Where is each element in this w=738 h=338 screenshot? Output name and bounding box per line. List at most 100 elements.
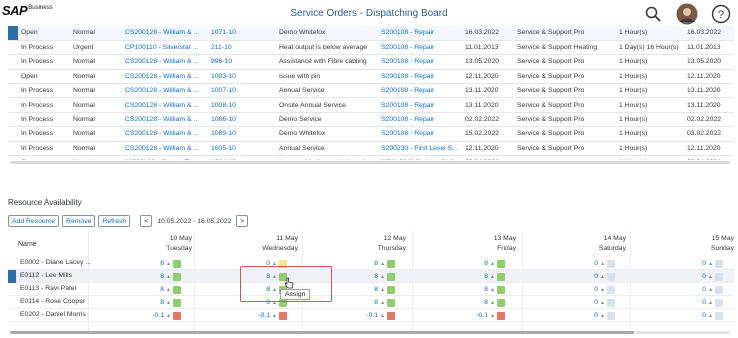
availability-cell[interactable]: 8 ▴ [150, 271, 182, 282]
cell-service-type[interactable]: S200108 - Repair [378, 40, 462, 56]
hours-value[interactable]: 0 [584, 273, 598, 280]
hours-value[interactable]: 8 [474, 286, 488, 293]
orders-horizontal-scrollbar[interactable] [10, 161, 730, 164]
row-selector[interactable] [8, 40, 18, 56]
hours-value[interactable]: -0.1 [150, 312, 164, 319]
cell-order-number[interactable]: 1008-10 [208, 97, 276, 113]
search-icon[interactable] [642, 3, 664, 25]
cell-order-number[interactable]: 1066-10 [208, 112, 276, 128]
cell-customer[interactable]: CP100110 - Silverstar ... [122, 40, 208, 56]
row-selector[interactable] [8, 257, 16, 270]
table-row[interactable]: OpenNormal10000180 - Severn Tr...1024-10… [8, 155, 734, 160]
availability-cell[interactable]: 8 ▴ [150, 284, 182, 295]
cell-service-type[interactable]: S200108 - Repair [378, 112, 462, 128]
grid-horizontal-scrollbar[interactable] [10, 331, 634, 334]
cell-order-number[interactable]: 1007-10 [208, 83, 276, 99]
hours-value[interactable]: 0 [584, 299, 598, 306]
availability-cell[interactable]: 0 ▴ [692, 271, 724, 282]
cell-customer[interactable]: CS200128 - William & ... [122, 83, 208, 99]
hours-value[interactable]: -0.1 [364, 312, 378, 319]
resource-row[interactable]: E0114 - Rose Cooper 8 ▴ 8 ▴ 8 ▴ 8 ▴ 0 ▴ 0 ▴ [8, 296, 734, 309]
hours-value[interactable]: 8 [150, 299, 164, 306]
availability-cell[interactable]: 0 ▴ [584, 271, 616, 282]
cell-order-number[interactable]: 1003-10 [208, 69, 276, 85]
resource-row[interactable]: E0002 - Diane Lacey ... 8 ▴ 0 ▴ 8 ▴ 8 ▴ 0 ▴ 0 ▴ [8, 257, 734, 270]
hours-value[interactable]: -0.1 [256, 312, 270, 319]
cell-service-type[interactable]: S200108 - Repair [378, 26, 462, 41]
row-selector[interactable] [8, 283, 16, 296]
user-avatar[interactable] [676, 3, 698, 25]
availability-cell[interactable]: -0.1 ▴ [256, 310, 288, 321]
hours-value[interactable]: 0 [584, 312, 598, 319]
hours-value[interactable]: 8 [150, 260, 164, 267]
availability-cell[interactable]: 0 ▴ [692, 297, 724, 308]
refresh-button[interactable]: Refresh [98, 215, 131, 227]
help-icon[interactable]: ? [710, 3, 732, 25]
row-selector[interactable] [8, 141, 18, 157]
availability-cell[interactable]: 8 ▴ [474, 284, 506, 295]
hours-value[interactable]: 8 [150, 286, 164, 293]
availability-cell[interactable]: 0 ▴ [584, 297, 616, 308]
row-selector[interactable] [8, 69, 18, 85]
hours-value[interactable]: 8 [474, 273, 488, 280]
cell-order-number[interactable]: 1005-10 [208, 141, 276, 157]
cell-customer[interactable]: CS200128 - William & ... [122, 141, 208, 157]
hours-value[interactable]: 8 [474, 260, 488, 267]
availability-cell[interactable]: 0 ▴ [692, 310, 724, 321]
availability-cell[interactable]: 0 ▴ [692, 258, 724, 269]
table-row[interactable]: Open Normal CS200128 - William & ... 1003-1… [8, 69, 734, 85]
table-row[interactable]: Open Normal CS200128 - William & ... 1071-1… [8, 26, 734, 41]
cell-service-type[interactable]: NON-CIVILS - Non-Civil... [378, 155, 462, 160]
cell-customer[interactable]: CS200128 - William & ... [122, 69, 208, 85]
cell-customer[interactable]: CS200128 - William & ... [122, 126, 208, 142]
row-selector[interactable] [8, 26, 18, 41]
hours-value[interactable]: 0 [692, 273, 706, 280]
resource-row[interactable]: E0113 - Ravi Patel 8 ▴ 8 ▴ 8 ▴ 8 ▴ 0 ▴ 0 ▴ [8, 283, 734, 296]
cell-customer[interactable]: CS200128 - William & ... [122, 112, 208, 128]
availability-cell[interactable]: 0 ▴ [584, 310, 616, 321]
row-selector[interactable] [8, 270, 16, 283]
availability-cell[interactable]: 8 ▴ [150, 258, 182, 269]
hours-value[interactable]: 0 [692, 312, 706, 319]
hours-value[interactable]: 0 [584, 286, 598, 293]
availability-cell[interactable]: 8 ▴ [474, 271, 506, 282]
cell-order-number[interactable]: 211-10 [208, 40, 276, 56]
hours-value[interactable]: 8 [364, 286, 378, 293]
row-selector[interactable] [8, 97, 18, 113]
hours-value[interactable]: 8 [364, 273, 378, 280]
hours-value[interactable]: 0 [692, 299, 706, 306]
availability-cell[interactable]: 8 ▴ [364, 271, 396, 282]
table-row[interactable]: In Process Normal CS200128 - William & ...… [8, 97, 734, 113]
hours-value[interactable]: -0.1 [474, 312, 488, 319]
hours-value[interactable]: 0 [692, 260, 706, 267]
availability-cell[interactable]: 8 ▴ [474, 258, 506, 269]
cell-service-type[interactable]: S200108 - Repair [378, 69, 462, 85]
row-selector[interactable] [8, 296, 16, 309]
cell-service-type[interactable]: S200108 - Repair [378, 126, 462, 142]
availability-cell[interactable]: 8 ▴ [474, 297, 506, 308]
availability-cell[interactable]: 8 ▴ [150, 297, 182, 308]
cell-order-number[interactable]: 996-10 [208, 54, 276, 70]
row-selector[interactable] [8, 54, 18, 70]
table-row[interactable]: In Process Urgent CP100110 - Silverstar ..… [8, 40, 734, 56]
resource-row[interactable]: E0202 - Daniel Morris -0.1 ▴ -0.1 ▴ -0.1 ▴ -0.1… [8, 309, 734, 322]
cell-service-type[interactable]: S200108 - Repair [378, 54, 462, 70]
cell-order-number[interactable]: 1069-10 [208, 126, 276, 142]
row-selector[interactable] [8, 83, 18, 99]
cell-service-type[interactable]: S200230 - First Level S... [378, 141, 462, 157]
availability-cell[interactable]: 0 ▴ [692, 284, 724, 295]
table-row[interactable]: In Process Normal CS200128 - William & ...… [8, 54, 734, 70]
table-row[interactable]: In Process Normal CS200128 - William & ...… [8, 141, 734, 157]
availability-cell[interactable]: 8 ▴ [364, 284, 396, 295]
table-row[interactable]: In Process Normal CS200128 - William & ...… [8, 112, 734, 128]
cell-customer[interactable]: CS200128 - William & ... [122, 97, 208, 113]
cell-customer[interactable]: 10000180 - Severn Tr... [122, 155, 208, 160]
row-selector[interactable] [8, 112, 18, 128]
hours-value[interactable]: 0 [692, 286, 706, 293]
table-row[interactable]: In Process Normal CS200128 - William & ...… [8, 83, 734, 99]
availability-cell[interactable]: -0.1 ▴ [150, 310, 182, 321]
cell-service-type[interactable]: S200108 - Repair [378, 97, 462, 113]
resource-row[interactable]: E0112 - Lee Mills 8 ▴ 8 ▴ 8 ▴ 8 ▴ 0 ▴ 0 ▴ [8, 270, 734, 283]
availability-cell[interactable]: -0.1 ▴ [364, 310, 396, 321]
cell-order-number[interactable]: 1024-10 [208, 155, 276, 160]
